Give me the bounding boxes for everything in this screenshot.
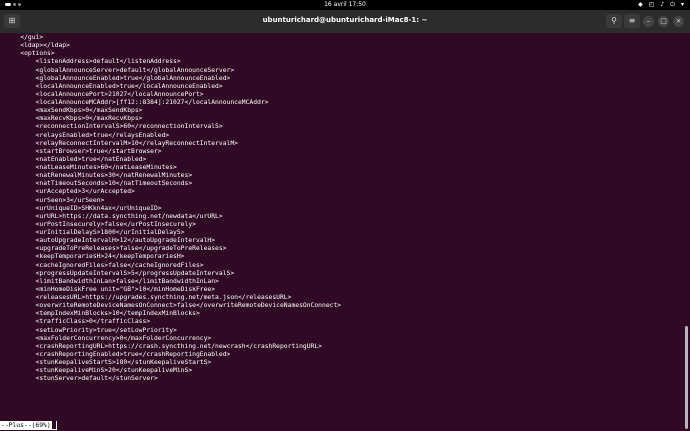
terminal-line: <trafficClass>0</trafficClass> [5,318,151,326]
terminal-line: <reconnectionIntervalS>60</reconnectionI… [5,123,223,131]
terminal-line: <startBrowser>true</startBrowser> [5,147,162,155]
terminal-line: <urSeen>3</urSeen> [5,196,105,204]
system-top-bar: 16 avril 17:50 ◆ ◰ ♪ ⏻ ▾ [0,0,690,10]
terminal-line: <overwriteRemoteDeviceNamesOnConnect>fal… [5,302,342,310]
terminal-titlebar: ⊞ ubunturichard@ubunturichard-iMac8-1: ~… [0,10,690,33]
terminal-line: <urPostInsecurely>false</urPostInsecurel… [5,220,196,228]
terminal-line: <crashReportingURL>https://crash.syncthi… [5,342,322,350]
terminal-line: <releasesURL>https://upgrades.syncthing.… [5,294,292,301]
terminal-line: <minHomeDiskFree unit="GB">10</minHomeDi… [5,285,216,293]
network-icon: ◰ [648,1,655,8]
terminal-line: <urInitialDelayS>1800</urInitialDelayS> [5,229,185,236]
terminal-line: <relayReconnectIntervalM>10</relayReconn… [5,139,238,147]
terminal-line: <natRenewalMinutes>30</natRenewalMinutes… [5,172,193,180]
terminal-line: <upgradeToPreReleases>false</upgradeToPr… [5,245,227,253]
shield-icon[interactable]: ◆ [638,1,643,9]
clock[interactable]: 16 avril 17:50 [0,1,690,8]
terminal-line: </gui> [5,34,44,41]
terminal-line: <urAccepted>3</urAccepted> [5,188,135,196]
terminal-line: <globalAnnounceServer>default</globalAnn… [5,66,235,74]
terminal-line: <limitBandwidthInLan>false</limitBandwid… [5,277,219,285]
text-cursor [51,421,56,429]
terminal-line: <keepTemporariesH>24</keepTemporariesH> [5,253,185,261]
terminal-line: <localAnnounceEnabled>true</localAnnounc… [5,82,223,90]
pager-status-line: --Plus--(69%) [0,421,57,430]
system-tray[interactable]: ◆ ◰ ♪ ⏻ ▾ [638,1,684,9]
terminal-line: <options> [5,50,55,58]
terminal-line: <stunKeepaliveMinS>20</stunKeepaliveMinS… [5,367,193,375]
menu-chevron-icon: ▾ [680,1,684,8]
terminal-line: <urURL>https://data.syncthing.net/newdat… [5,212,223,220]
terminal-line: <globalAnnounceEnabled>true</globalAnnou… [5,74,231,82]
volume-icon: ♪ [660,1,665,8]
terminal-lines: </gui> <ldap></ldap> <options> <listenAd… [5,34,341,383]
terminal-line: <urUniqueID>SHKkn4ax</urUniqueID> [5,204,162,212]
search-icon[interactable]: ⚲ [606,14,622,28]
terminal-line: <stunServer>default</stunServer> [5,375,158,383]
status-text: --Plus--(69%) [1,422,51,429]
terminal-line: <localAnnounceMCAddr>[ff12::8384]:21027<… [5,99,269,106]
terminal-line: <ldap></ldap> [5,42,70,50]
terminal-line: <natTimeoutSeconds>10</natTimeoutSeconds… [5,180,193,188]
terminal-line: <maxRecvKbps>0</maxRecvKbps> [5,115,143,123]
hamburger-icon[interactable]: ≡ [624,14,640,28]
terminal-line: <cacheIgnoredFiles>false</cacheIgnoredFi… [5,261,204,269]
scrollbar-thumb[interactable] [685,326,688,429]
terminal-output[interactable]: </gui> <ldap></ldap> <options> <listenAd… [0,33,683,431]
minimize-icon[interactable]: – [643,16,654,27]
terminal-line: <progressUpdateIntervalS>5</progressUpda… [5,269,235,277]
terminal-line: <natEnabled>true</natEnabled> [5,155,147,163]
terminal-line: <localAnnouncePort>21027</localAnnounceP… [5,90,204,98]
terminal-line: <relaysEnabled>true</relaysEnabled> [5,131,170,139]
maximize-icon[interactable]: □ [658,16,669,27]
terminal-line: <natLeaseMinutes>60</natLeaseMinutes> [5,164,177,171]
terminal-line: <maxFolderConcurrency>0</maxFolderConcur… [5,334,212,342]
terminal-line: <autoUpgradeIntervalH>12</autoUpgradeInt… [5,237,216,245]
close-icon[interactable]: × [673,16,684,27]
terminal-scrollbar[interactable] [683,33,690,431]
power-icon: ⏻ [670,1,675,8]
terminal-line: <listenAddress>default</listenAddress> [5,58,181,66]
terminal-line: <crashReportingEnabled>true</crashReport… [5,350,231,358]
terminal-line: <stunKeepaliveStartS>180</stunKeepaliveS… [5,359,212,366]
terminal-line: <tempIndexMinBlocks>10</tempIndexMinBloc… [5,310,200,318]
window-title: ubunturichard@ubunturichard-iMac8-1: ~ [262,16,428,24]
terminal-line: <maxSendKbps>0</maxSendKbps> [5,107,143,115]
terminal-line: <setLowPriority>true</setLowPriority> [5,326,177,334]
